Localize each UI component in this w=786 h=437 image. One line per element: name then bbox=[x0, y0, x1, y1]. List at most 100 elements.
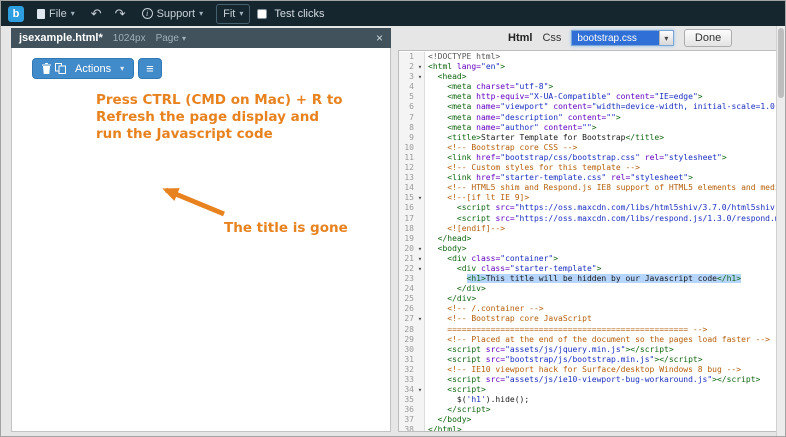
code-text[interactable]: <div class="starter-template"> bbox=[425, 264, 602, 274]
line-number[interactable]: 23 bbox=[399, 274, 416, 285]
code-line[interactable]: 22 ▾ <div class="starter-template"> bbox=[399, 263, 785, 275]
code-text[interactable]: <!--[if lt IE 9]> bbox=[425, 193, 529, 203]
code-line[interactable]: 26 <!-- /.container --> bbox=[399, 304, 785, 315]
fit-dropdown[interactable]: Fit ▾ bbox=[216, 3, 251, 24]
code-line[interactable]: 24 </div> bbox=[399, 284, 785, 295]
code-editor[interactable]: 1 <!DOCTYPE html> 2 ▾ <html lang="en"> 3 ▾ <he… bbox=[398, 50, 785, 432]
line-number[interactable]: 9 bbox=[399, 132, 416, 143]
fold-arrow-icon[interactable]: ▾ bbox=[416, 193, 425, 204]
line-number[interactable]: 33 bbox=[399, 375, 416, 386]
code-line[interactable]: 5 <meta http-equiv="X-UA-Compatible" con… bbox=[399, 92, 785, 103]
hamburger-menu-button[interactable]: ≡ bbox=[138, 58, 162, 79]
code-text[interactable]: </div> bbox=[425, 284, 486, 294]
code-text[interactable]: ========================================… bbox=[425, 325, 707, 335]
code-text[interactable]: <script src="https://oss.maxcdn.com/libs… bbox=[425, 203, 785, 213]
code-line[interactable]: 8 <meta name="author" content=""> bbox=[399, 122, 785, 133]
code-line[interactable]: 37 </body> bbox=[399, 415, 785, 426]
code-text[interactable]: <!-- Custom styles for this template --> bbox=[425, 163, 640, 173]
code-line[interactable]: 11 <link href="bootstrap/css/bootstrap.c… bbox=[399, 152, 785, 164]
line-number[interactable]: 31 bbox=[399, 354, 416, 365]
code-text[interactable]: </div> bbox=[425, 294, 476, 304]
code-line[interactable]: 23 <h1>This title will be hidden by our … bbox=[399, 274, 785, 285]
code-text[interactable]: </script> bbox=[425, 405, 490, 415]
code-text[interactable]: <![endif]--> bbox=[425, 224, 505, 234]
line-number[interactable]: 4 bbox=[399, 82, 416, 93]
code-line[interactable]: 3 ▾ <head> bbox=[399, 72, 785, 83]
code-text[interactable]: <script src="bootstrap/js/bootstrap.min.… bbox=[425, 355, 702, 365]
code-line[interactable]: 15 ▾ <!--[if lt IE 9]> bbox=[399, 193, 785, 204]
redo-icon[interactable]: ↷ bbox=[112, 6, 129, 22]
line-number[interactable]: 8 bbox=[399, 122, 416, 133]
code-text[interactable]: <!-- /.container --> bbox=[425, 304, 543, 314]
code-line[interactable]: 29 <!-- Placed at the end of the documen… bbox=[399, 334, 785, 345]
code-line[interactable]: 30 <script src="assets/js/jquery.min.js"… bbox=[399, 344, 785, 355]
line-number[interactable]: 28 bbox=[399, 324, 416, 335]
css-file-select[interactable]: bootstrap.css ▾ bbox=[571, 30, 674, 46]
code-text[interactable]: <div class="container"> bbox=[425, 254, 558, 264]
code-line[interactable]: 27 ▾ <!-- Bootstrap core JavaScript bbox=[399, 314, 785, 325]
fold-arrow-icon[interactable]: ▾ bbox=[416, 72, 425, 83]
fold-arrow-icon[interactable]: ▾ bbox=[416, 263, 425, 275]
code-line[interactable]: 10 <!-- Bootstrap core CSS --> bbox=[399, 142, 785, 153]
line-number[interactable]: 21 bbox=[399, 253, 416, 264]
line-number[interactable]: 17 bbox=[399, 213, 416, 224]
line-number[interactable]: 30 bbox=[399, 344, 416, 355]
line-number[interactable]: 29 bbox=[399, 334, 416, 345]
app-logo-icon[interactable]: b bbox=[8, 5, 24, 22]
code-line[interactable]: 28 =====================================… bbox=[399, 324, 785, 335]
code-text[interactable]: <meta charset="utf-8"> bbox=[425, 82, 553, 92]
code-text[interactable]: $('h1').hide(); bbox=[425, 395, 529, 405]
code-text[interactable]: <meta name="author" content=""> bbox=[425, 123, 596, 133]
test-clicks-checkbox[interactable] bbox=[257, 8, 268, 19]
line-number[interactable]: 18 bbox=[399, 223, 416, 234]
code-text[interactable]: <script src="assets/js/jquery.min.js"></… bbox=[425, 345, 673, 355]
code-text[interactable]: <link href="starter-template.css" rel="s… bbox=[425, 173, 693, 183]
line-number[interactable]: 26 bbox=[399, 304, 416, 315]
line-number[interactable]: 7 bbox=[399, 112, 416, 123]
code-line[interactable]: 2 ▾ <html lang="en"> bbox=[399, 62, 785, 73]
fold-arrow-icon[interactable]: ▾ bbox=[416, 385, 425, 396]
line-number[interactable]: 19 bbox=[399, 233, 416, 244]
code-text[interactable]: <script src="https://oss.maxcdn.com/libs… bbox=[425, 214, 785, 224]
code-text[interactable]: <meta name="viewport" content="width=dev… bbox=[425, 102, 784, 112]
code-text[interactable]: <meta name="description" content=""> bbox=[425, 113, 620, 123]
code-text[interactable]: </body> bbox=[425, 415, 472, 425]
code-text[interactable]: <html lang="en"> bbox=[425, 62, 505, 72]
support-menu-button[interactable]: i Support ▾ bbox=[136, 5, 210, 23]
code-text[interactable]: <!-- IE10 viewport hack for Surface/desk… bbox=[425, 365, 741, 375]
code-text[interactable]: <meta http-equiv="X-UA-Compatible" conte… bbox=[425, 92, 702, 102]
line-number[interactable]: 38 bbox=[399, 425, 416, 431]
page-dropdown[interactable]: Page ▾ bbox=[156, 33, 186, 44]
line-number[interactable]: 2 bbox=[399, 62, 416, 73]
scrollbar-thumb[interactable] bbox=[778, 28, 784, 98]
code-line[interactable]: 25 </div> bbox=[399, 294, 785, 305]
line-number[interactable]: 10 bbox=[399, 142, 416, 153]
fold-arrow-icon[interactable]: ▾ bbox=[416, 243, 425, 254]
line-number[interactable]: 27 bbox=[399, 314, 416, 325]
fold-arrow-icon[interactable]: ▾ bbox=[416, 253, 425, 264]
line-number[interactable]: 13 bbox=[399, 173, 416, 184]
code-line[interactable]: 17 <script src="https://oss.maxcdn.com/l… bbox=[399, 213, 785, 224]
code-line[interactable]: 34 ▾ <script> bbox=[399, 385, 785, 396]
code-line[interactable]: 35 $('h1').hide(); bbox=[399, 395, 785, 406]
line-number[interactable]: 16 bbox=[399, 203, 416, 214]
code-text[interactable]: <head> bbox=[425, 72, 467, 82]
tab-html[interactable]: Html bbox=[508, 32, 532, 44]
code-line[interactable]: 1 <!DOCTYPE html> bbox=[399, 52, 785, 63]
line-number[interactable]: 24 bbox=[399, 284, 416, 295]
code-text[interactable]: <!-- Placed at the end of the document s… bbox=[425, 335, 770, 345]
code-text[interactable]: <!-- HTML5 shim and Respond.js IE8 suppo… bbox=[425, 183, 784, 193]
code-text[interactable]: <!DOCTYPE html> bbox=[425, 52, 500, 62]
line-number[interactable]: 5 bbox=[399, 92, 416, 103]
code-line[interactable]: 9 <title>Starter Template for Bootstrap<… bbox=[399, 132, 785, 143]
line-number[interactable]: 15 bbox=[399, 193, 416, 204]
code-text[interactable]: <!-- Bootstrap core CSS --> bbox=[425, 143, 577, 153]
code-text[interactable]: <!-- Bootstrap core JavaScript bbox=[425, 314, 592, 324]
line-number[interactable]: 37 bbox=[399, 415, 416, 426]
code-line[interactable]: 32 <!-- IE10 viewport hack for Surface/d… bbox=[399, 364, 785, 375]
actions-dropdown[interactable]: Actions ▾ bbox=[32, 58, 135, 79]
code-line[interactable]: 14 <!-- HTML5 shim and Respond.js IE8 su… bbox=[399, 183, 785, 194]
code-line[interactable]: 21 ▾ <div class="container"> bbox=[399, 253, 785, 264]
done-button[interactable]: Done bbox=[683, 29, 733, 47]
code-line[interactable]: 19 </head> bbox=[399, 233, 785, 244]
